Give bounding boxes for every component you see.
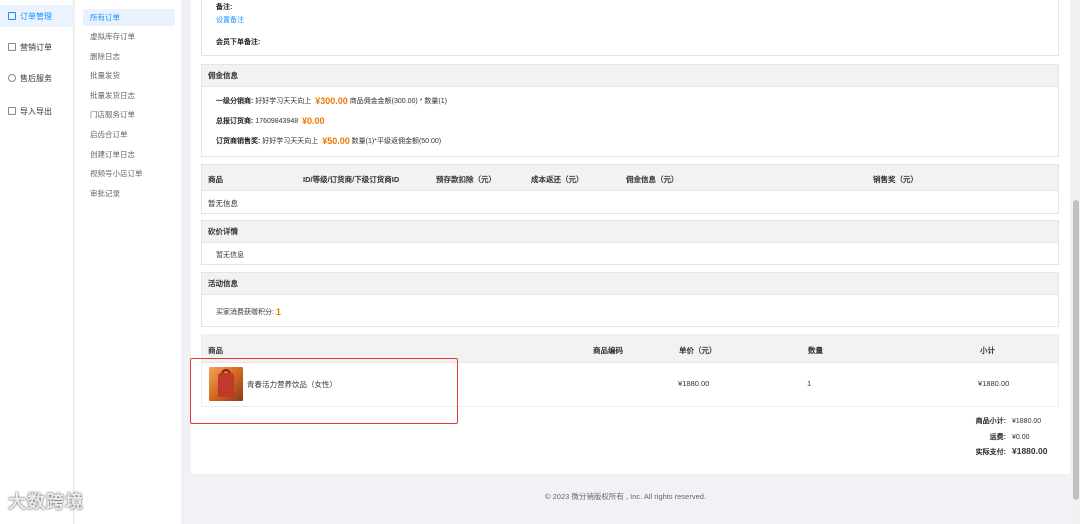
copyright-text: © 2023 微分销版权所有 , Inc. All rights reserve…: [545, 491, 706, 501]
subnav-delete-log[interactable]: 删除日志: [83, 48, 175, 65]
settlement-col-id: ID/等级/订货商/下级订货商ID: [303, 175, 400, 184]
summary-freight-label: 运费:: [989, 434, 1006, 441]
goods-col-qty: 数量: [808, 346, 823, 355]
commission-row: 总报订货商: 17609843948 ¥0.00: [216, 116, 325, 126]
sidebar-item-aftersale[interactable]: 售后服务: [0, 67, 74, 89]
summary-actual-paid: 实际支付: ¥1880.00: [976, 446, 1048, 457]
commission-row-note: 商品佣金金额(300.00) * 数量(1): [349, 98, 447, 105]
commission-row-amount: ¥50.00: [322, 136, 350, 146]
subnav-batch-ship[interactable]: 批量发货: [83, 67, 175, 84]
aftersale-icon: [8, 74, 16, 82]
goods-col-price: 单价（元）: [679, 346, 717, 355]
summary-freight-value: ¥0.00: [1012, 434, 1030, 441]
subnav-create-order-log[interactable]: 创建订单日志: [83, 146, 175, 163]
product-subtotal: ¥1880.00: [978, 379, 1010, 388]
commission-row-note: 数量(1)*平级返佣金额(50.00): [351, 138, 442, 145]
marketing-icon: [8, 43, 16, 51]
sidebar-item-label: 订单管理: [20, 11, 52, 21]
commission-row-amount: ¥300.00: [315, 96, 348, 106]
watermark-logo: 大数跨境: [8, 488, 84, 514]
commission-row-label: 一级分销商:: [216, 98, 254, 105]
sidebar-item-order-management[interactable]: 订单管理: [0, 5, 74, 27]
activity-points-row: 买家消费获赠积分: 1: [216, 307, 281, 317]
subnav-all-orders[interactable]: 所有订单: [83, 9, 175, 26]
activity-points-label: 买家消费获赠积分:: [216, 309, 274, 316]
sidebar-item-label: 导入导出: [20, 106, 52, 116]
commission-row-label: 订货商销售奖:: [216, 138, 261, 145]
activity-title: 活动信息: [202, 273, 1058, 295]
summary-goods-subtotal: 商品小计: ¥1880.00: [976, 416, 1048, 426]
bargain-section: 砍价详情 暂无信息: [201, 220, 1059, 265]
settlement-col-sales-award: 销售奖（元）: [873, 175, 918, 184]
commission-row-label: 总报订货商:: [216, 118, 254, 125]
set-remark-link[interactable]: 设置备注: [216, 15, 244, 25]
subnav-virtual-stock-orders[interactable]: 虚拟库存订单: [83, 28, 175, 45]
subnav-video-shop-orders[interactable]: 视频号小店订单: [83, 165, 175, 182]
product-qty: 1: [807, 379, 812, 388]
order-icon: [8, 12, 16, 20]
commission-row: 一级分销商: 好好学习天天向上 ¥300.00 商品佣金金额(300.00) *…: [216, 96, 447, 106]
sidebar-item-import-export[interactable]: 导入导出: [0, 100, 74, 122]
sub-sidebar: 所有订单 虚拟库存订单 删除日志 批量发货 批量发货日志 门店服务订单 启齿合订…: [75, 0, 181, 524]
sidebar-item-label: 营销订单: [20, 42, 52, 52]
remark-label: 备注:: [216, 4, 233, 11]
subnav-batch-ship-log[interactable]: 批量发货日志: [83, 87, 175, 104]
settlement-empty-text: 暂无信息: [208, 199, 238, 208]
summary-goods-value: ¥1880.00: [1012, 418, 1042, 425]
subnav-combined-orders[interactable]: 启齿合订单: [83, 126, 175, 143]
subnav-approval-records[interactable]: 审批记录: [83, 185, 175, 202]
highlight-annotation-box: [190, 358, 458, 424]
goods-col-code: 商品编码: [593, 346, 623, 355]
subnav-store-service-orders[interactable]: 门店服务订单: [83, 106, 175, 123]
goods-col-name: 商品: [208, 346, 223, 355]
import-export-icon: [8, 107, 16, 115]
commission-row: 订货商销售奖: 好好学习天天向上 ¥50.00 数量(1)*平级返佣金额(50.…: [216, 136, 441, 146]
settlement-col-cost: 成本返还（元）: [531, 175, 584, 184]
summary-goods-label: 商品小计:: [975, 418, 1006, 425]
commission-row-name: 17609843948: [255, 117, 299, 125]
settlement-col-commission: 佣金信息（元）: [626, 175, 679, 184]
settlement-col-goods: 商品: [208, 175, 223, 184]
page-scrollbar[interactable]: [1072, 0, 1080, 524]
bargain-title: 砍价详情: [202, 221, 1058, 243]
commission-title: 佣金信息: [202, 65, 1058, 87]
product-price: ¥1880.00: [678, 379, 710, 388]
commission-section: 佣金信息 一级分销商: 好好学习天天向上 ¥300.00 商品佣金金额(300.…: [201, 64, 1059, 157]
summary-freight: 运费: ¥0.00: [990, 432, 1048, 442]
commission-row-amount: ¥0.00: [302, 116, 325, 126]
page-footer: © 2023 微分销版权所有 , Inc. All rights reserve…: [181, 474, 1070, 524]
remark-section: 备注: 设置备注 会员下单备注:: [201, 0, 1059, 56]
goods-col-subtotal: 小计: [980, 346, 995, 355]
sidebar-item-marketing-orders[interactable]: 营销订单: [0, 36, 74, 58]
summary-pay-label: 实际支付:: [975, 449, 1006, 456]
settlement-col-prepaid: 预存款扣除（元）: [436, 175, 496, 184]
activity-points-value: 1: [275, 307, 281, 317]
activity-section: 活动信息 买家消费获赠积分: 1: [201, 272, 1059, 327]
commission-row-name: 好好学习天天向上: [255, 98, 312, 105]
summary-pay-value: ¥1880.00: [1012, 446, 1048, 456]
sidebar-item-label: 售后服务: [20, 73, 52, 83]
settlement-table: 商品 ID/等级/订货商/下级订货商ID 预存款扣除（元） 成本返还（元） 佣金…: [201, 164, 1059, 214]
bargain-empty-text: 暂无信息: [216, 252, 244, 259]
watermark-text: 大数跨境: [8, 492, 84, 512]
main-sidebar: 订单管理 营销订单 售后服务 导入导出: [0, 0, 74, 524]
member-remark-label: 会员下单备注:: [216, 39, 261, 46]
commission-row-name: 好好学习天天向上: [262, 138, 319, 145]
scrollbar-thumb[interactable]: [1073, 200, 1079, 500]
